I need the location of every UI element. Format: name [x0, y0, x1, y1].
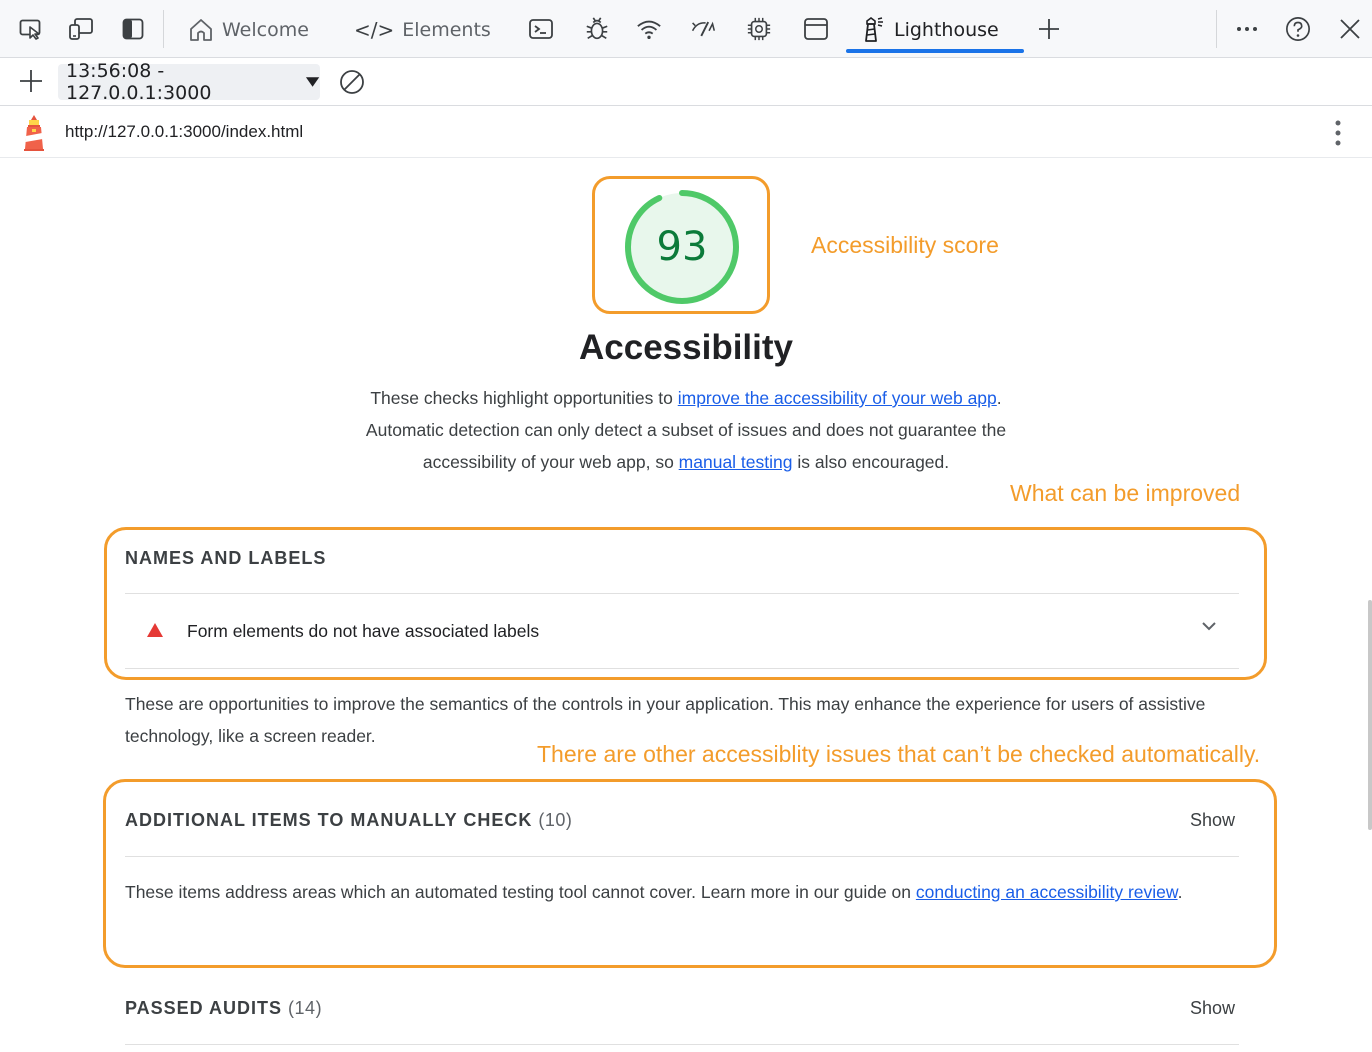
- annotation-other-issues: There are other accessiblity issues that…: [537, 741, 1261, 767]
- console-icon[interactable]: [528, 16, 554, 42]
- tab-elements[interactable]: </> Elements: [354, 12, 491, 48]
- passed-title: PASSED AUDITS: [125, 998, 283, 1018]
- group-title-names-labels: NAMES AND LABELS: [125, 548, 327, 568]
- tab-welcome-label: Welcome: [222, 19, 309, 41]
- category-title: Accessibility: [579, 328, 793, 367]
- devtools-tabbar: Welcome </> Elements Lighthouse: [0, 0, 1372, 58]
- manual-check-highlight-frame: [103, 779, 1277, 968]
- new-report-icon[interactable]: [18, 68, 44, 99]
- lighthouse-toolbar: 13:56:08 - 127.0.0.1:3000: [0, 58, 1372, 106]
- active-tab-indicator: [846, 49, 1024, 53]
- group-title-passed: PASSED AUDITS (14): [125, 998, 322, 1019]
- manual-divider: [125, 856, 1239, 857]
- tabbar-divider: [163, 10, 164, 48]
- add-tab-icon[interactable]: [1036, 16, 1062, 42]
- report-select-value: 13:56:08 - 127.0.0.1:3000: [66, 60, 212, 104]
- code-icon: </>: [354, 18, 395, 42]
- manual-desc-text: These items address areas which an autom…: [125, 882, 916, 902]
- memory-chip-icon[interactable]: [746, 16, 772, 42]
- annotation-improve: What can be improved: [1010, 480, 1241, 506]
- manual-check-title: ADDITIONAL ITEMS TO MANUALLY CHECK: [125, 810, 533, 830]
- annotation-score: Accessibility score: [811, 232, 999, 258]
- tab-elements-label: Elements: [402, 19, 491, 41]
- group-title-manual-check: ADDITIONAL ITEMS TO MANUALLY CHECK (10): [125, 810, 572, 831]
- dropdown-caret-icon: [305, 77, 320, 87]
- improve-accessibility-link[interactable]: improve the accessibility of your web ap…: [678, 388, 997, 408]
- manual-desc-end: .: [1177, 882, 1183, 902]
- chevron-down-icon[interactable]: [1201, 621, 1217, 631]
- report-select[interactable]: 13:56:08 - 127.0.0.1:3000: [58, 60, 320, 104]
- lighthouse-icon: [865, 17, 883, 42]
- accessibility-review-link[interactable]: conducting an accessibility review: [916, 882, 1178, 902]
- report-url: http://127.0.0.1:3000/index.html: [65, 122, 304, 141]
- passed-count: (14): [288, 998, 323, 1018]
- manual-check-count: (10): [538, 810, 573, 830]
- help-icon[interactable]: [1285, 16, 1311, 42]
- category-desc-text-1: These checks highlight opportunities to: [370, 388, 678, 408]
- inspect-element-icon[interactable]: [18, 16, 44, 42]
- lighthouse-logo-icon: [20, 114, 48, 157]
- audit-row-label[interactable]: Form elements do not have associated lab…: [125, 597, 1239, 667]
- manual-check-description: These items address areas which an autom…: [125, 876, 1245, 908]
- tab-welcome[interactable]: Welcome: [188, 12, 309, 48]
- audit-title: Form elements do not have associated lab…: [187, 621, 540, 641]
- scrollbar[interactable]: [1368, 600, 1372, 830]
- application-panel-icon[interactable]: [803, 16, 829, 42]
- category-description: These checks highlight opportunities to …: [356, 382, 1016, 478]
- report-url-bar: http://127.0.0.1:3000/index.html: [0, 106, 1372, 158]
- show-passed-button[interactable]: Show: [1190, 998, 1235, 1019]
- device-emulation-icon[interactable]: [68, 16, 94, 42]
- more-tools-icon[interactable]: [1234, 16, 1260, 42]
- manual-testing-link[interactable]: manual testing: [679, 452, 793, 472]
- group-divider: [125, 593, 1239, 594]
- category-desc-text-3: is also encouraged.: [792, 452, 950, 472]
- report-menu-icon[interactable]: [1332, 118, 1344, 153]
- bug-icon[interactable]: [584, 16, 610, 42]
- wifi-icon[interactable]: [636, 16, 662, 42]
- passed-divider: [125, 1044, 1239, 1045]
- performance-gauge-icon[interactable]: [690, 16, 716, 42]
- tab-lighthouse[interactable]: Lighthouse: [858, 12, 999, 48]
- tab-lighthouse-label: Lighthouse: [894, 19, 999, 41]
- sidebar-toggle-icon[interactable]: [120, 16, 146, 42]
- home-icon: [190, 19, 212, 41]
- close-devtools-icon[interactable]: [1337, 16, 1363, 42]
- show-manual-button[interactable]: Show: [1190, 810, 1235, 831]
- group-divider-bottom: [125, 668, 1239, 669]
- tabbar-divider-right: [1216, 10, 1217, 48]
- fail-triangle-icon: [147, 623, 163, 637]
- clear-reports-icon[interactable]: [338, 68, 366, 101]
- score-value: 93: [656, 224, 708, 270]
